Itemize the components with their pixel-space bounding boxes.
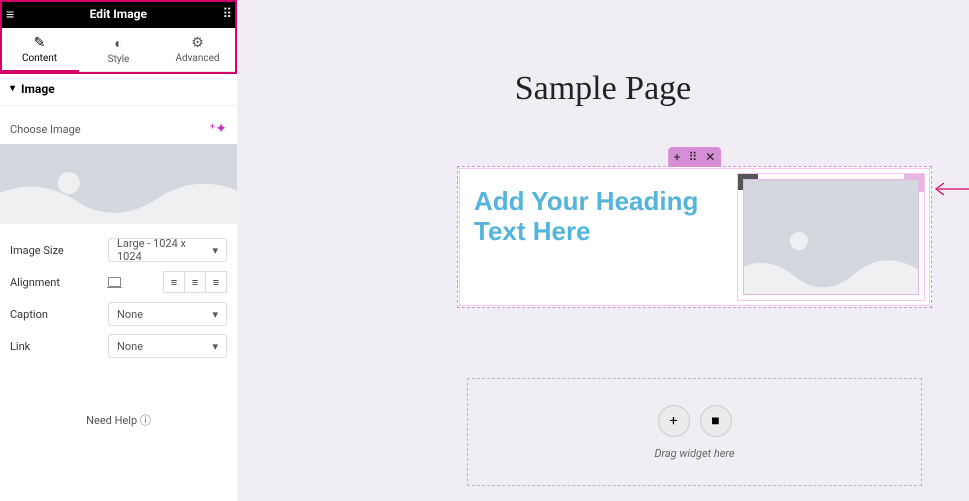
add-widget-button[interactable]: + xyxy=(658,405,690,437)
gear-icon: ⚙ xyxy=(191,35,204,51)
editor-canvas: Sample Page + ⠿ ✕ Add Your Heading Text … xyxy=(237,0,969,501)
align-left-button[interactable]: ≡ xyxy=(163,271,185,293)
caret-down-icon: ▾ xyxy=(10,83,15,94)
page-title: Sample Page xyxy=(237,70,969,108)
alignment-label: Alignment xyxy=(10,276,100,289)
chevron-down-icon: ▾ xyxy=(212,340,218,353)
tab-content[interactable]: ✎ Content xyxy=(0,28,79,71)
tab-label: Advanced xyxy=(175,53,219,64)
contrast-icon: ◐ xyxy=(114,35,122,52)
pencil-icon: ✎ xyxy=(34,35,46,51)
tab-advanced[interactable]: ⚙ Advanced xyxy=(158,28,237,71)
image-size-label: Image Size xyxy=(10,244,100,257)
need-help-label: Need Help xyxy=(86,414,137,427)
tab-label: Style xyxy=(108,54,130,65)
need-help-link[interactable]: Need Help ⓘ xyxy=(0,412,237,428)
image-placeholder-canvas xyxy=(743,179,919,295)
drop-zone[interactable]: + ■ Drag widget here xyxy=(467,378,922,486)
section-columns: Add Your Heading Text Here ▭ ✎ xyxy=(459,168,930,306)
menu-icon[interactable]: ≡ xyxy=(6,6,14,23)
annotation-arrow xyxy=(932,180,969,198)
ai-sparkle-icon[interactable]: ⁺✦ xyxy=(210,121,227,137)
section-container[interactable]: + ⠿ ✕ Add Your Heading Text Here ▭ ✎ xyxy=(457,166,932,308)
image-placeholder[interactable] xyxy=(0,144,237,224)
section-image[interactable]: ▾ Image xyxy=(0,72,237,106)
mountains-shape xyxy=(0,164,237,224)
image-widget[interactable]: ▭ ✎ xyxy=(737,173,925,301)
link-label: Link xyxy=(10,340,100,353)
align-right-button[interactable]: ≡ xyxy=(205,271,227,293)
choose-image-label: Choose Image xyxy=(10,123,81,136)
template-library-button[interactable]: ■ xyxy=(700,405,732,437)
panel-header: ≡ Edit Image ⠿ xyxy=(0,0,237,28)
heading-widget[interactable]: Add Your Heading Text Here xyxy=(460,169,733,305)
alignment-buttons: ≡ ≡ ≡ xyxy=(163,271,227,293)
drop-zone-label: Drag widget here xyxy=(654,447,734,460)
image-size-row: Image Size Large - 1024 x 1024 ▾ xyxy=(0,234,237,266)
link-value: None xyxy=(117,340,143,353)
panel-title: Edit Image xyxy=(90,7,147,21)
section-label: Image xyxy=(21,82,55,96)
choose-image-row: Choose Image ⁺✦ xyxy=(0,114,237,144)
tab-style[interactable]: ◐ Style xyxy=(79,28,158,71)
alignment-row: Alignment ≡ ≡ ≡ xyxy=(0,266,237,298)
responsive-icon[interactable] xyxy=(108,277,121,287)
image-size-select[interactable]: Large - 1024 x 1024 ▾ xyxy=(108,238,227,262)
caption-value: None xyxy=(117,308,143,321)
chevron-down-icon: ▾ xyxy=(212,244,218,257)
apps-grid-icon[interactable]: ⠿ xyxy=(222,7,231,22)
panel-tabs: ✎ Content ◐ Style ⚙ Advanced xyxy=(0,28,237,72)
drag-section-handle[interactable]: ⠿ xyxy=(688,150,697,164)
align-center-button[interactable]: ≡ xyxy=(184,271,206,293)
section-toolbar: + ⠿ ✕ xyxy=(668,147,722,167)
mountains-shape xyxy=(743,242,919,295)
link-select[interactable]: None ▾ xyxy=(108,334,227,358)
image-size-value: Large - 1024 x 1024 xyxy=(117,237,212,263)
editor-panel: ≡ Edit Image ⠿ ✎ Content ◐ Style ⚙ Advan… xyxy=(0,0,237,501)
help-icon: ⓘ xyxy=(140,414,151,427)
close-section-button[interactable]: ✕ xyxy=(705,150,715,164)
chevron-down-icon: ▾ xyxy=(212,308,218,321)
caption-select[interactable]: None ▾ xyxy=(108,302,227,326)
add-section-button[interactable]: + xyxy=(674,150,681,164)
heading-text: Add Your Heading Text Here xyxy=(474,187,725,247)
caption-label: Caption xyxy=(10,308,100,321)
tab-label: Content xyxy=(22,53,57,64)
link-row: Link None ▾ xyxy=(0,330,237,362)
caption-row: Caption None ▾ xyxy=(0,298,237,330)
drop-zone-buttons: + ■ xyxy=(658,405,732,437)
folder-icon: ■ xyxy=(711,412,719,429)
